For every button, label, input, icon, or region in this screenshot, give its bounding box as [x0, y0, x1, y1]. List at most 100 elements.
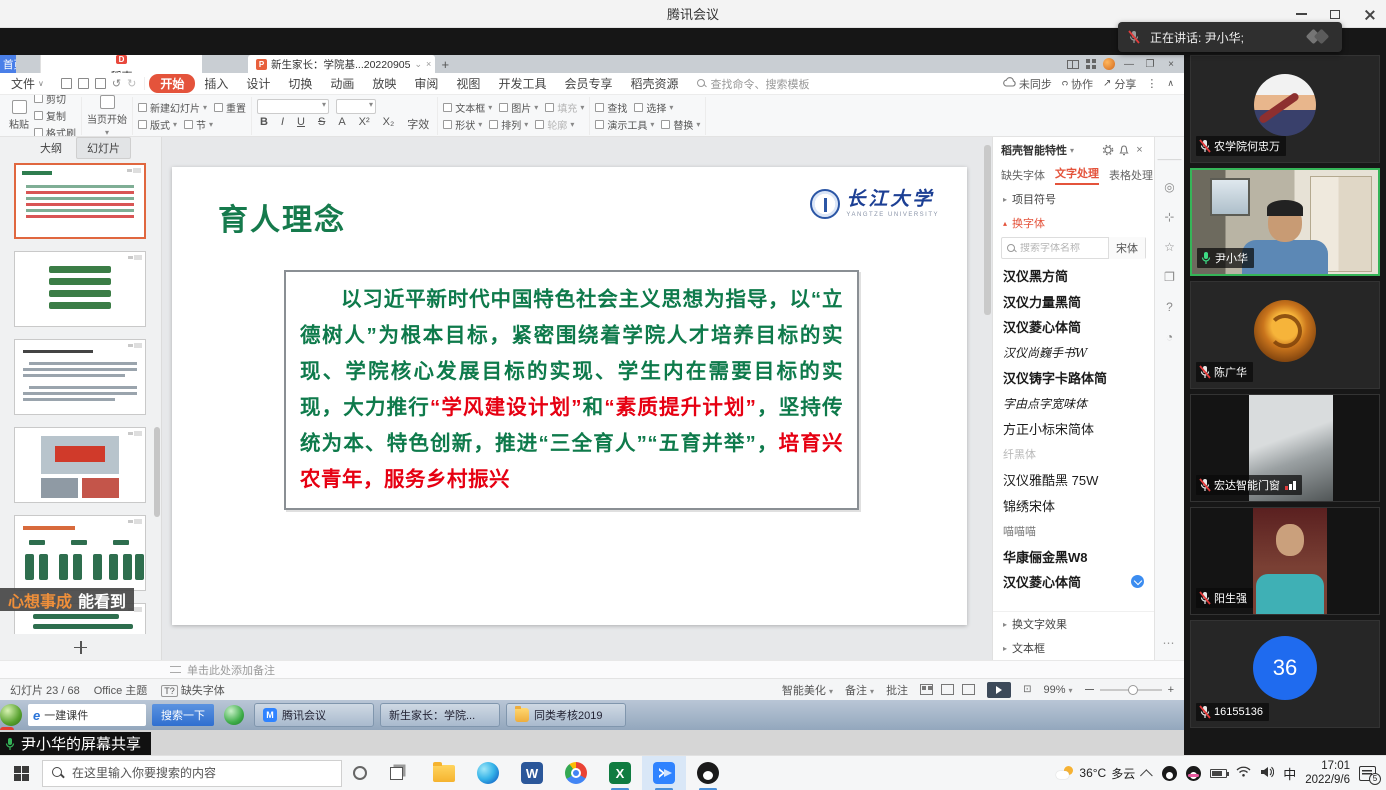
slide-panel-tab-幻灯片[interactable]: 幻灯片 [76, 137, 131, 159]
menu-审阅[interactable]: 审阅 [405, 74, 447, 93]
format-U[interactable]: U [294, 116, 308, 132]
missing-font-status[interactable]: T?缺失字体 [161, 682, 225, 698]
chevron-down-icon[interactable]: ▾ [1070, 146, 1074, 155]
font-search-input[interactable] [1020, 243, 1098, 254]
layout-icon[interactable] [1067, 60, 1079, 69]
app-excel[interactable]: X [598, 756, 642, 790]
slide-thumbnail[interactable] [14, 251, 146, 327]
volume-icon[interactable] [1260, 766, 1274, 781]
help-icon[interactable]: ? [1166, 300, 1173, 314]
font-option[interactable]: 汉仪尚巍手书W [1003, 340, 1144, 366]
ribbon-版式[interactable]: 版式 [138, 117, 177, 132]
font-option[interactable]: 汉仪菱心体简 [1003, 569, 1144, 595]
font-family-select[interactable] [257, 99, 329, 114]
slideshow-button[interactable] [987, 682, 1011, 698]
notes-bar[interactable]: 单击此处添加备注 [0, 660, 1184, 678]
app-tencent-meeting[interactable] [642, 756, 686, 790]
format-I[interactable]: I [278, 116, 287, 132]
participant-tile-阳生强[interactable]: 阳生强 [1190, 507, 1380, 615]
fit-icon[interactable]: ⊡ [1023, 684, 1031, 695]
wps-minimize-icon[interactable]: — [1122, 59, 1136, 70]
redo-icon[interactable]: ↻ [127, 77, 136, 90]
shared-search-widget[interactable]: e [28, 704, 146, 726]
wps-close-icon[interactable]: × [1164, 59, 1178, 70]
participant-tile-16155136[interactable]: 36 16155136 [1190, 620, 1380, 728]
normal-view-icon[interactable] [920, 684, 933, 695]
font-search-box[interactable]: 宋体 [1001, 237, 1146, 259]
slide-thumbnail[interactable] [14, 427, 146, 503]
ribbon-剪切[interactable]: 剪切 [34, 95, 76, 106]
ribbon-文本框[interactable]: 文本框 [443, 100, 492, 115]
format-B[interactable]: B [257, 116, 271, 132]
antivirus-icon[interactable] [224, 705, 244, 725]
zoom-in-icon[interactable]: + [1168, 684, 1174, 696]
reading-view-icon[interactable] [962, 684, 975, 695]
docer-tab-表格处理[interactable]: 表格处理 [1109, 167, 1153, 183]
beautify-button[interactable]: 智能美化 ▾ [782, 682, 833, 698]
menu-设计[interactable]: 设计 [237, 74, 279, 93]
save-icon[interactable] [61, 78, 72, 89]
theme-name[interactable]: Office 主题 [94, 682, 148, 698]
font-option[interactable]: 喵喵喵 [1003, 518, 1144, 544]
sync-status[interactable]: 未同步 [1003, 76, 1052, 92]
format-X²[interactable]: X² [356, 116, 373, 132]
add-slide-button[interactable] [0, 634, 161, 660]
wps-restore-icon[interactable]: ❐ [1143, 59, 1157, 70]
slide-panel-tab-大纲[interactable]: 大纲 [30, 138, 72, 158]
section-textbox[interactable]: ▸ 文本框 [993, 636, 1154, 660]
section-change-font[interactable]: ▴ 换字体 [993, 211, 1154, 235]
participant-tile-尹小华[interactable]: 尹小华 [1190, 168, 1380, 276]
clock[interactable]: 17:012022/9/6 [1305, 759, 1350, 788]
font-option[interactable]: 字由点字宽味体 [1003, 391, 1144, 417]
ribbon-选择[interactable]: 选择 [634, 100, 673, 115]
ribbon-轮廓[interactable]: 轮廓 [535, 117, 574, 132]
ribbon-图片[interactable]: 图片 [499, 100, 538, 115]
preview-icon[interactable] [95, 78, 106, 89]
menu-开始[interactable]: 开始 [149, 74, 195, 93]
account-avatar[interactable] [1103, 58, 1115, 70]
slide-text-box[interactable]: 以习近平新时代中国特色社会主义思想为指导，以“立德树人”为根本目标，紧密围绕着学… [284, 270, 859, 510]
tab-document[interactable]: P 新生家长：学院基...20220905 ⌄ × [248, 55, 435, 73]
format-字效[interactable]: 字效 [404, 116, 432, 132]
menu-稻壳资源[interactable]: 稻壳资源 [621, 74, 687, 93]
menu-切换[interactable]: 切换 [279, 74, 321, 93]
tab-docer[interactable]: D 稻壳 [40, 55, 202, 73]
ribbon-演示工具[interactable]: 演示工具 [595, 117, 654, 132]
format-S[interactable]: S [315, 116, 328, 132]
sorter-view-icon[interactable] [941, 684, 954, 695]
star-icon[interactable]: ☆ [1164, 240, 1175, 254]
bell-icon[interactable] [1117, 144, 1130, 157]
app-word[interactable]: W [510, 756, 554, 790]
shared-start-orb[interactable] [0, 704, 22, 726]
workspace-grid-icon[interactable] [1086, 59, 1096, 69]
notification-icon[interactable]: 5 [1359, 766, 1376, 781]
app-chrome[interactable] [554, 756, 598, 790]
pointer-icon[interactable]: ⊹ [1164, 210, 1174, 224]
download-font-icon[interactable] [1131, 575, 1144, 588]
clock-icon[interactable]: ◔ [1166, 330, 1173, 344]
ribbon-形状[interactable]: 形状 [443, 117, 482, 132]
participant-tile-农学院何忠万[interactable]: 农学院何忠万 [1190, 55, 1380, 163]
weather-widget[interactable]: 36°C多云 [1056, 765, 1135, 782]
more-icon[interactable]: ⋮ [1146, 77, 1157, 90]
share-button[interactable]: ↗分享 [1103, 76, 1136, 92]
menu-插入[interactable]: 插入 [195, 74, 237, 93]
menu-开发工具[interactable]: 开发工具 [489, 74, 555, 93]
ribbon-格式刷[interactable]: 格式刷 [34, 125, 76, 137]
format-A[interactable]: A [335, 116, 348, 132]
menu-动画[interactable]: 动画 [321, 74, 363, 93]
zoom-out-icon[interactable] [1085, 689, 1094, 691]
rail-handle-icon[interactable]: ——— [1158, 155, 1182, 164]
tab-close-icon[interactable]: × [426, 59, 431, 69]
shared-window-folder[interactable]: 同类考核2019 [506, 703, 626, 727]
collab-button[interactable]: ᴒ协作 [1062, 76, 1093, 92]
ribbon-排列[interactable]: 排列 [489, 117, 528, 132]
window-icon[interactable]: ❐ [1164, 270, 1175, 284]
menu-视图[interactable]: 视图 [447, 74, 489, 93]
zoom-slider[interactable] [1100, 689, 1162, 691]
cortana-button[interactable] [342, 766, 378, 780]
ribbon-粘贴[interactable]: 粘贴 [9, 100, 29, 131]
slide-thumbnail-current[interactable] [14, 163, 146, 239]
start-button[interactable] [0, 756, 42, 790]
close-button[interactable] [1352, 0, 1386, 28]
